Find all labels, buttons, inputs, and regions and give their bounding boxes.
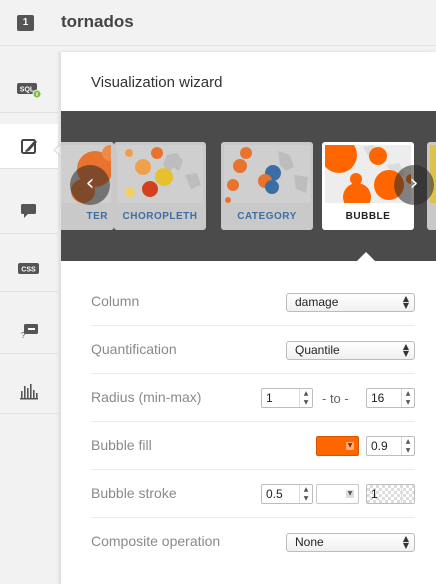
bubble-stroke-color-picker[interactable]: ▼ bbox=[316, 484, 359, 504]
bubble-stroke-opacity-input[interactable]: 1 bbox=[366, 484, 415, 504]
bubble-fill-label: Bubble fill bbox=[91, 437, 152, 453]
bubble-stroke-width-input[interactable]: 0.5 ▲ ▼ bbox=[261, 484, 313, 504]
dropdown-caret-icon: ▼ bbox=[346, 490, 354, 498]
choropleth-map-icon bbox=[117, 145, 203, 203]
bubble-fill-opacity-input[interactable]: 0.9 ▲ ▼ bbox=[366, 436, 415, 456]
bubble-fill-color-picker[interactable]: ▼ bbox=[316, 436, 359, 456]
tool-rail: SQL CSS ? bbox=[0, 46, 58, 584]
bubble-stroke-width-value: 0.5 bbox=[266, 487, 283, 501]
rail-item-histogram[interactable] bbox=[0, 369, 58, 414]
choropleth-thumbnail bbox=[117, 145, 203, 203]
layer-header: 1 tornados bbox=[0, 0, 436, 46]
composite-select[interactable]: None ▲ ▼ bbox=[286, 533, 415, 552]
column-select[interactable]: damage ▲ ▼ bbox=[286, 293, 415, 312]
radius-to-text: - to - bbox=[322, 391, 349, 406]
svg-text:CSS: CSS bbox=[21, 267, 36, 274]
select-arrows-icon: ▲ ▼ bbox=[402, 342, 410, 358]
quantification-select-value: Quantile bbox=[295, 343, 340, 357]
rail-item-sql[interactable]: SQL bbox=[0, 68, 58, 113]
row-quantification: Quantification Quantile ▲ ▼ bbox=[91, 326, 415, 374]
bar-chart-icon bbox=[20, 384, 38, 400]
visualization-panel: Visualization wizard TER CHOROPLETH CATE… bbox=[60, 52, 436, 584]
column-label: Column bbox=[91, 293, 140, 309]
carousel-selection-pointer bbox=[357, 252, 375, 261]
bubble-fill-opacity-value: 0.9 bbox=[371, 439, 388, 453]
legend-icon: ? bbox=[21, 324, 38, 340]
visualization-carousel: TER CHOROPLETH CATEGORY BUBBLE bbox=[61, 111, 436, 261]
spinner-arrows-icon[interactable]: ▲ ▼ bbox=[401, 389, 414, 407]
row-bubble-stroke: Bubble stroke 0.5 ▲ ▼ ▼ 1 bbox=[91, 470, 415, 518]
spinner-arrows-icon[interactable] bbox=[401, 485, 414, 503]
layer-name[interactable]: tornados bbox=[61, 12, 134, 32]
layer-number-badge: 1 bbox=[17, 15, 34, 31]
carousel-card-choropleth[interactable]: CHOROPLETH bbox=[114, 142, 206, 230]
comment-icon bbox=[21, 204, 36, 218]
category-thumbnail bbox=[224, 145, 310, 203]
carousel-prev-button[interactable]: ‹ bbox=[70, 165, 110, 205]
radius-min-value: 1 bbox=[266, 391, 273, 405]
svg-text:?: ? bbox=[21, 331, 26, 340]
row-radius: Radius (min-max) 1 ▲ ▼ - to - 16 ▲ ▼ bbox=[91, 374, 415, 422]
row-bubble-fill: Bubble fill ▼ 0.9 ▲ ▼ bbox=[91, 422, 415, 470]
quantification-select[interactable]: Quantile ▲ ▼ bbox=[286, 341, 415, 360]
carousel-card-category[interactable]: CATEGORY bbox=[221, 142, 313, 230]
radius-min-input[interactable]: 1 ▲ ▼ bbox=[261, 388, 313, 408]
select-arrows-icon: ▲ ▼ bbox=[402, 534, 410, 550]
rail-item-legend[interactable]: ? bbox=[0, 309, 58, 354]
carousel-card-label: BUBBLE bbox=[345, 211, 391, 222]
css-icon: CSS bbox=[18, 263, 39, 274]
sql-icon: SQL bbox=[17, 83, 42, 99]
quantification-label: Quantification bbox=[91, 341, 177, 357]
carousel-next-button[interactable]: › bbox=[394, 165, 434, 205]
rail-item-css[interactable]: CSS bbox=[0, 247, 58, 292]
spinner-arrows-icon[interactable]: ▲ ▼ bbox=[299, 389, 312, 407]
chevron-right-icon: › bbox=[409, 171, 419, 196]
rail-item-infowindow[interactable] bbox=[0, 189, 58, 234]
dropdown-caret-icon: ▼ bbox=[346, 442, 354, 450]
category-map-icon bbox=[224, 145, 310, 203]
panel-title: Visualization wizard bbox=[91, 74, 223, 91]
bubble-stroke-label: Bubble stroke bbox=[91, 485, 177, 501]
svg-text:SQL: SQL bbox=[20, 87, 35, 94]
spinner-arrows-icon[interactable]: ▲ ▼ bbox=[401, 437, 414, 455]
composite-label: Composite operation bbox=[91, 533, 221, 549]
paint-brush-icon bbox=[21, 139, 37, 154]
carousel-card-label: TER bbox=[86, 211, 108, 222]
radius-max-value: 16 bbox=[371, 391, 385, 405]
row-column: Column damage ▲ ▼ bbox=[91, 278, 415, 326]
carousel-card-label: CATEGORY bbox=[237, 211, 297, 222]
select-arrows-icon: ▲ ▼ bbox=[402, 294, 410, 310]
column-select-value: damage bbox=[295, 295, 339, 309]
rail-item-wizard[interactable] bbox=[0, 124, 58, 169]
radius-max-input[interactable]: 16 ▲ ▼ bbox=[366, 388, 415, 408]
chevron-left-icon: ‹ bbox=[85, 171, 95, 196]
composite-select-value: None bbox=[295, 535, 324, 549]
carousel-card-label: CHOROPLETH bbox=[122, 211, 198, 222]
bubble-stroke-opacity-value: 1 bbox=[371, 487, 378, 501]
spinner-arrows-icon[interactable]: ▲ ▼ bbox=[299, 485, 312, 503]
row-composite-operation: Composite operation None ▲ ▼ bbox=[91, 518, 415, 566]
radius-label: Radius (min-max) bbox=[91, 389, 202, 405]
